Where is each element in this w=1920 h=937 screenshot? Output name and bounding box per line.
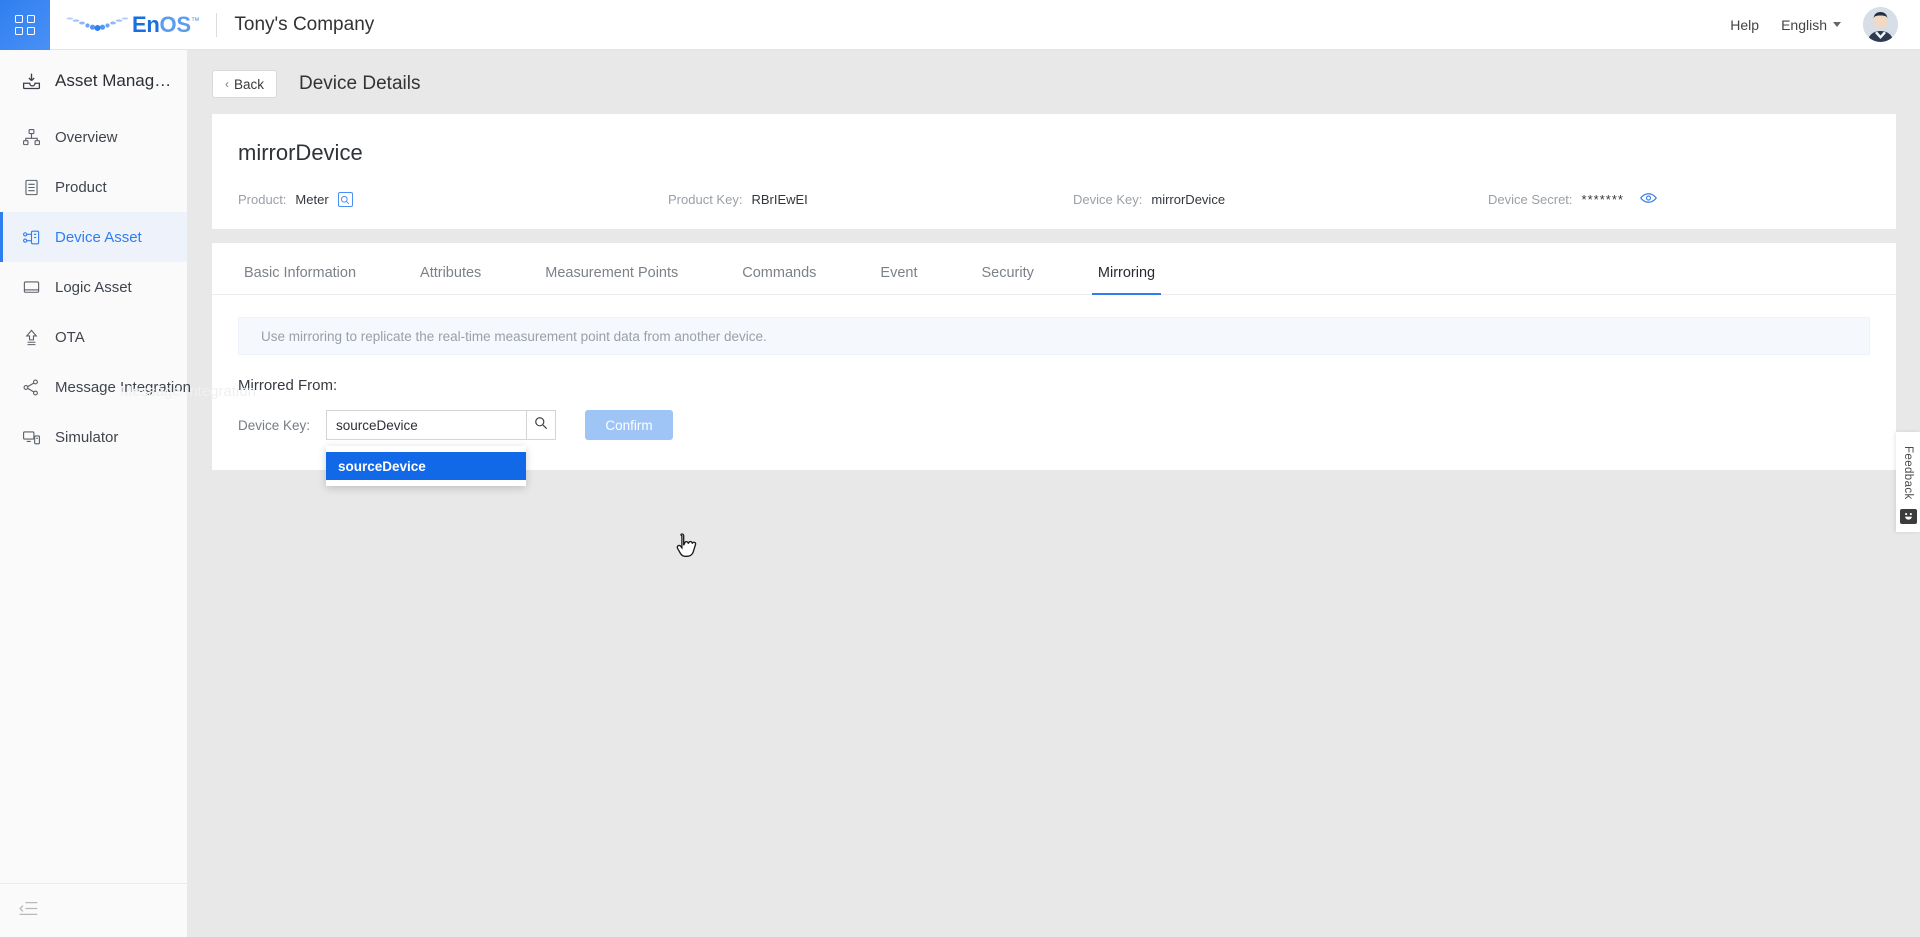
sidebar: Asset Manag… Overview Product Device Ass… bbox=[0, 50, 256, 937]
tab-measurement-points[interactable]: Measurement Points bbox=[539, 265, 684, 294]
feedback-label: Feedback bbox=[1902, 446, 1914, 500]
avatar[interactable] bbox=[1863, 7, 1898, 42]
sidebar-footer bbox=[0, 883, 187, 937]
dropdown-option-sourcedevice[interactable]: sourceDevice bbox=[326, 452, 526, 480]
enos-swoosh-icon bbox=[66, 16, 128, 31]
message-integration-icon bbox=[20, 376, 42, 398]
back-button-label: Back bbox=[234, 76, 265, 92]
top-bar-right: Help English bbox=[1730, 7, 1920, 42]
confirm-button[interactable]: Confirm bbox=[585, 410, 673, 440]
brand-divider bbox=[216, 12, 218, 37]
mirroring-info-banner: Use mirroring to replicate the real-time… bbox=[238, 317, 1870, 355]
search-magnifier-icon bbox=[534, 416, 548, 435]
simulator-icon bbox=[20, 426, 42, 448]
device-key-search-box bbox=[326, 410, 556, 440]
device-name: mirrorDevice bbox=[238, 140, 363, 165]
org-name: Tony's Company bbox=[234, 13, 375, 35]
meta-product-key: Product Key: RBrIEwEI bbox=[668, 192, 1073, 207]
app-launcher-button[interactable] bbox=[0, 0, 50, 50]
meta-device-key: Device Key: mirrorDevice bbox=[1073, 192, 1488, 207]
device-key-suggestion-dropdown: sourceDevice bbox=[326, 446, 526, 486]
search-button[interactable] bbox=[526, 410, 556, 440]
sidebar-item-label: Device Asset bbox=[55, 228, 142, 246]
sidebar-item-logic-asset[interactable]: Logic Asset bbox=[0, 262, 187, 312]
tab-mirroring[interactable]: Mirroring bbox=[1091, 265, 1162, 295]
language-selector[interactable]: English bbox=[1781, 17, 1841, 33]
device-key-label: Device Key: bbox=[238, 417, 311, 433]
product-document-icon bbox=[20, 176, 42, 198]
brand-area: EnOS™ Tony's Company bbox=[66, 11, 375, 37]
enos-en: En bbox=[132, 11, 160, 37]
tab-security[interactable]: Security bbox=[976, 265, 1040, 294]
device-key-input[interactable] bbox=[326, 410, 526, 440]
enos-os: OS bbox=[159, 11, 191, 37]
sidebar-header-label: Asset Manag… bbox=[55, 71, 172, 90]
tab-basic-information[interactable]: Basic Information bbox=[238, 265, 362, 294]
chevron-left-icon: ‹ bbox=[225, 77, 229, 91]
meta-label: Product: bbox=[238, 192, 287, 207]
sidebar-item-label: Product bbox=[55, 178, 107, 196]
language-label: English bbox=[1781, 16, 1827, 33]
sidebar-item-device-asset[interactable]: Device Asset bbox=[0, 212, 187, 262]
enos-wordmark: EnOS™ bbox=[132, 11, 200, 37]
sidebar-item-overview[interactable]: Overview bbox=[0, 112, 187, 162]
mouse-cursor-pointer bbox=[676, 532, 698, 567]
sidebar-item-label: Simulator bbox=[55, 428, 119, 446]
tab-attributes[interactable]: Attributes bbox=[414, 265, 487, 294]
feedback-tab[interactable]: Feedback bbox=[1896, 432, 1920, 532]
enos-logo[interactable]: EnOS™ bbox=[66, 11, 200, 37]
chevron-down-icon bbox=[1833, 22, 1841, 27]
overview-hierarchy-icon bbox=[20, 126, 42, 148]
collapse-sidebar-icon[interactable] bbox=[18, 900, 38, 922]
sidebar-item-label: Logic Asset bbox=[55, 278, 132, 296]
asset-management-icon bbox=[20, 70, 42, 92]
page-title: Device Details bbox=[299, 73, 421, 94]
device-asset-icon bbox=[20, 226, 42, 248]
meta-device-secret: Device Secret: ******* bbox=[1488, 192, 1657, 207]
meta-label: Device Key: bbox=[1073, 192, 1143, 207]
logic-asset-icon bbox=[20, 276, 42, 298]
device-key-field-row: Device Key: Confirm sourceDevice bbox=[238, 410, 1870, 486]
meta-value: Meter bbox=[295, 192, 329, 207]
device-secret-value: ******* bbox=[1581, 192, 1624, 207]
top-bar: EnOS™ Tony's Company Help English bbox=[0, 0, 1920, 50]
sidebar-item-ota[interactable]: OTA bbox=[0, 312, 187, 362]
enos-tm: ™ bbox=[190, 15, 200, 26]
mirrored-from-label: Mirrored From: bbox=[238, 377, 338, 394]
meta-label: Product Key: bbox=[668, 192, 743, 207]
tab-event[interactable]: Event bbox=[874, 265, 923, 294]
meta-product: Product: Meter bbox=[238, 192, 668, 207]
meta-value: RBrIEwEI bbox=[751, 192, 808, 207]
meta-value: mirrorDevice bbox=[1151, 192, 1226, 207]
sidebar-item-message-integration[interactable]: Message Integration bbox=[0, 362, 191, 412]
grid-apps-icon bbox=[15, 14, 35, 35]
sidebar-item-label: Overview bbox=[55, 128, 118, 146]
sidebar-item-label: OTA bbox=[55, 328, 85, 346]
ota-upload-icon bbox=[20, 326, 42, 348]
page-header: ‹ Back Device Details bbox=[188, 50, 1920, 98]
mirroring-form: Mirrored From: Device Key: Confirm bbox=[212, 355, 1896, 486]
tab-bar: Basic Information Attributes Measurement… bbox=[212, 243, 1896, 295]
device-detail-tabs-card: Basic Information Attributes Measurement… bbox=[212, 243, 1896, 486]
product-detail-icon[interactable] bbox=[337, 192, 353, 207]
sidebar-item-product[interactable]: Product bbox=[0, 162, 187, 212]
device-meta-row: Product: Meter Product Key: RBrIEwEI Dev… bbox=[238, 192, 1870, 207]
main-content: ‹ Back Device Details mirrorDevice Produ… bbox=[188, 50, 1920, 937]
mirroring-info-text: Use mirroring to replicate the real-time… bbox=[261, 328, 767, 344]
user-avatar-icon bbox=[1863, 7, 1898, 42]
sidebar-item-label: Message Integration bbox=[55, 378, 191, 396]
help-link[interactable]: Help bbox=[1730, 17, 1759, 33]
device-summary-card: mirrorDevice Product: Meter Product Key:… bbox=[212, 114, 1896, 229]
tab-commands[interactable]: Commands bbox=[736, 265, 822, 294]
smiley-feedback-icon bbox=[1899, 508, 1917, 524]
meta-label: Device Secret: bbox=[1488, 192, 1573, 207]
sidebar-item-simulator[interactable]: Simulator bbox=[0, 412, 187, 462]
eye-reveal-icon[interactable] bbox=[1640, 192, 1657, 207]
sidebar-header-asset-management[interactable]: Asset Manag… bbox=[0, 56, 187, 106]
back-button[interactable]: ‹ Back bbox=[212, 70, 278, 98]
